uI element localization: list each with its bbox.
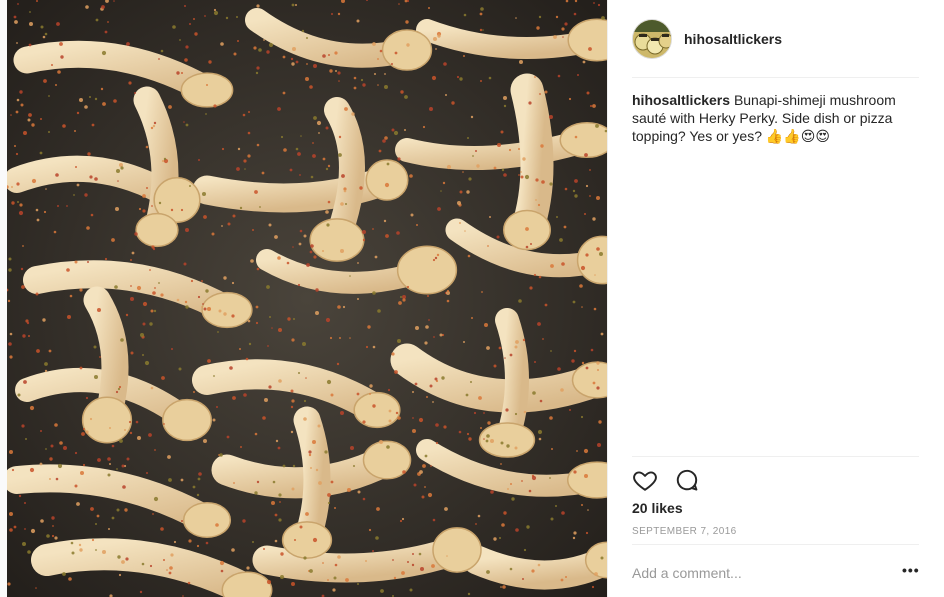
avatar[interactable] xyxy=(632,19,672,59)
mushroom-cap xyxy=(182,502,232,538)
more-options-icon[interactable]: ••• xyxy=(902,562,920,578)
post-caption: hihosaltlickers Bunapi-shimeji mushroom … xyxy=(632,91,922,145)
mushroom-cap xyxy=(396,245,458,295)
avatar-image xyxy=(633,20,671,58)
mushroom-cap xyxy=(381,29,433,71)
post-image xyxy=(7,0,607,597)
page-left-edge xyxy=(0,0,7,597)
caption-username[interactable]: hihosaltlickers xyxy=(632,92,730,108)
mushroom-cap xyxy=(281,521,333,559)
mushroom-cap xyxy=(162,398,212,442)
caption-emoji: 👍👍😍😍 xyxy=(765,128,830,144)
post-photo[interactable] xyxy=(7,0,607,597)
post-actions xyxy=(632,467,700,493)
mushroom-stem xyxy=(510,73,554,247)
header-divider xyxy=(632,77,919,78)
header-username[interactable]: hihosaltlickers xyxy=(684,31,782,47)
heart-icon[interactable] xyxy=(632,467,658,493)
likes-count[interactable]: 20 likes xyxy=(632,500,683,516)
mushroom-cap xyxy=(309,218,365,262)
mushroom-cap xyxy=(432,527,482,573)
mushroom-cap xyxy=(353,391,401,429)
comment-icon[interactable] xyxy=(674,467,700,493)
mushroom-cap xyxy=(180,72,234,108)
comment-input[interactable] xyxy=(632,562,882,584)
mushroom-cap xyxy=(365,159,409,201)
post-header: hihosaltlickers xyxy=(632,19,782,59)
mushroom-cap xyxy=(81,396,133,444)
mushroom-stem xyxy=(495,308,529,452)
post-sidebar: hihosaltlickers hihosaltlickers Bunapi-s… xyxy=(607,0,944,597)
actions-divider xyxy=(632,456,919,457)
mushroom-cap xyxy=(135,212,179,248)
mushroom-cap xyxy=(559,121,607,159)
comment-divider xyxy=(632,544,919,545)
post-date[interactable]: September 7, 2016 xyxy=(632,526,737,537)
